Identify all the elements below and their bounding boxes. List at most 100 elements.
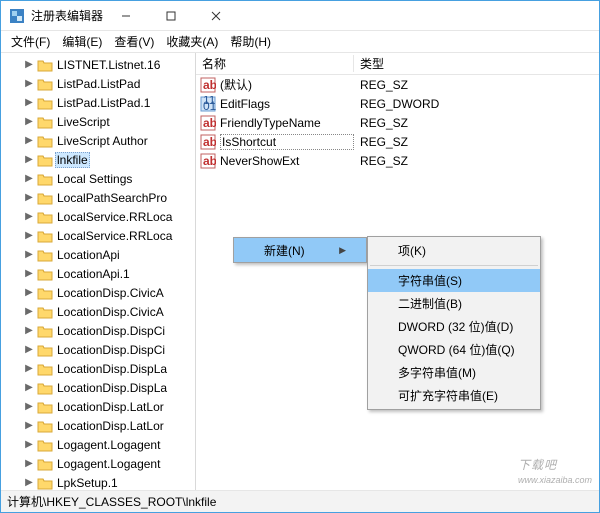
expand-icon[interactable]: ▶ (23, 116, 35, 127)
tree-item[interactable]: ▶ LiveScript Author (1, 131, 195, 150)
value-name: (默认) (220, 76, 354, 93)
tree-item[interactable]: ▶LocationDisp.DispCi (1, 321, 195, 340)
minimize-button[interactable] (103, 1, 148, 30)
expand-icon[interactable]: ▶ (23, 458, 35, 469)
tree-item-label: LocationDisp.CivicA (55, 305, 166, 319)
svg-text:011: 011 (203, 99, 216, 112)
tree-item[interactable]: ▶LISTNET.Listnet.16 (1, 55, 195, 74)
tree-item[interactable]: ▶ LocationApi (1, 245, 195, 264)
svg-text:ab: ab (203, 135, 216, 149)
menu-edit[interactable]: 编辑(E) (56, 31, 108, 52)
expand-icon[interactable]: ▶ (23, 211, 35, 222)
tree-item-label: ListPad.ListPad (55, 77, 142, 91)
expand-icon[interactable]: ▶ (23, 401, 35, 412)
expand-icon[interactable]: ▶ (23, 154, 35, 165)
expand-icon[interactable]: ▶ (23, 477, 35, 488)
menu-help[interactable]: 帮助(H) (224, 31, 277, 52)
folder-icon (37, 419, 53, 433)
tree-item[interactable]: ▶Logagent.Logagent (1, 435, 195, 454)
new-menu-item[interactable]: 二进制值(B) (368, 292, 540, 315)
expand-icon[interactable]: ▶ (23, 192, 35, 203)
titlebar[interactable]: 注册表编辑器 (1, 1, 599, 31)
expand-icon[interactable]: ▶ (23, 230, 35, 241)
list-row[interactable]: 110011EditFlagsREG_DWORD (196, 94, 599, 113)
tree-item[interactable]: ▶ LocalService.RRLoca (1, 207, 195, 226)
expand-icon[interactable]: ▶ (23, 135, 35, 146)
list-row[interactable]: ab (默认)REG_SZ (196, 75, 599, 94)
tree-item[interactable]: ▶LocationDisp.LatLor (1, 416, 195, 435)
list-row[interactable]: abFriendlyTypeNameREG_SZ (196, 113, 599, 132)
value-type: REG_SZ (354, 116, 408, 130)
expand-icon[interactable]: ▶ (23, 249, 35, 260)
tree-item[interactable]: ▶LiveScript (1, 112, 195, 131)
minimize-icon (121, 11, 131, 21)
column-type[interactable]: 类型 (354, 55, 599, 72)
svg-text:ab: ab (203, 78, 216, 92)
close-button[interactable] (193, 1, 238, 30)
tree-item[interactable]: ▶ Local Settings (1, 169, 195, 188)
new-submenu[interactable]: 项(K) 字符串值(S)二进制值(B)DWORD (32 位)值(D)QWORD … (367, 236, 541, 410)
binary-value-icon: 110011 (200, 96, 216, 112)
tree-item[interactable]: ▶LocalService.RRLoca (1, 226, 195, 245)
svg-text:ab: ab (203, 116, 216, 130)
new-menu-item[interactable]: 多字符串值(M) (368, 361, 540, 384)
folder-icon (37, 115, 53, 129)
context-menu[interactable]: 新建(N) ▶ (233, 237, 367, 263)
tree-item[interactable]: ▶LocationDisp.LatLor (1, 397, 195, 416)
tree-item[interactable]: ▶ LocationDisp.DispCi (1, 340, 195, 359)
expand-icon[interactable]: ▶ (23, 173, 35, 184)
column-name[interactable]: 名称 (196, 55, 354, 72)
expand-icon[interactable]: ▶ (23, 363, 35, 374)
expand-icon[interactable]: ▶ (23, 439, 35, 450)
new-menu-item[interactable]: 字符串值(S) (368, 269, 540, 292)
folder-icon (37, 457, 53, 471)
tree-item[interactable]: ▶ LocationDisp.CivicA (1, 283, 195, 302)
menu-view[interactable]: 查看(V) (108, 31, 160, 52)
tree-item[interactable]: ▶LocationDisp.DispLa (1, 378, 195, 397)
new-menu-item[interactable]: 可扩充字符串值(E) (368, 384, 540, 407)
tree-item-label: LocationDisp.DispCi (55, 343, 167, 357)
menu-separator (370, 265, 538, 266)
new-menu-item[interactable]: 项(K) (368, 239, 540, 262)
tree-item[interactable]: ▶Logagent.Logagent (1, 454, 195, 473)
menu-fav[interactable]: 收藏夹(A) (160, 31, 224, 52)
expand-icon[interactable]: ▶ (23, 59, 35, 70)
list-header[interactable]: 名称 类型 (196, 53, 599, 75)
value-type: REG_SZ (354, 78, 408, 92)
tree-item[interactable]: ▶LpkSetup.1 (1, 473, 195, 490)
expand-icon[interactable]: ▶ (23, 268, 35, 279)
tree-item-label: LiveScript Author (55, 134, 150, 148)
expand-icon[interactable]: ▶ (23, 78, 35, 89)
tree-item[interactable]: ▶LocationDisp.DispLa (1, 359, 195, 378)
tree-item[interactable]: ▶ ListPad.ListPad (1, 74, 195, 93)
expand-icon[interactable]: ▶ (23, 382, 35, 393)
menu-file[interactable]: 文件(F) (5, 31, 56, 52)
expand-icon[interactable]: ▶ (23, 97, 35, 108)
folder-icon (37, 191, 53, 205)
tree-item[interactable]: ▶ LocationDisp.CivicA (1, 302, 195, 321)
menubar: 文件(F) 编辑(E) 查看(V) 收藏夹(A) 帮助(H) (1, 31, 599, 53)
maximize-button[interactable] (148, 1, 193, 30)
app-icon (9, 8, 25, 24)
list-row[interactable]: abNeverShowExtREG_SZ (196, 151, 599, 170)
tree-item-label: LocationApi (55, 248, 122, 262)
expand-icon[interactable]: ▶ (23, 306, 35, 317)
tree-pane[interactable]: ▶LISTNET.Listnet.16▶ListPad.ListPad▶List… (1, 53, 196, 490)
new-menu-item[interactable]: DWORD (32 位)值(D) (368, 315, 540, 338)
tree-item-label: LocalService.RRLoca (55, 210, 174, 224)
tree-item[interactable]: ▶lnkfile (1, 150, 195, 169)
folder-icon (37, 153, 53, 167)
tree-item-label: LocationDisp.CivicA (55, 286, 166, 300)
context-new[interactable]: 新建(N) ▶ (234, 238, 366, 262)
expand-icon[interactable]: ▶ (23, 344, 35, 355)
new-menu-item[interactable]: QWORD (64 位)值(Q) (368, 338, 540, 361)
list-row[interactable]: abIsShortcutREG_SZ (196, 132, 599, 151)
expand-icon[interactable]: ▶ (23, 287, 35, 298)
expand-icon[interactable]: ▶ (23, 420, 35, 431)
tree-item[interactable]: ▶LocationApi.1 (1, 264, 195, 283)
folder-icon (37, 172, 53, 186)
tree-item-label: Local Settings (55, 172, 134, 186)
tree-item[interactable]: ▶ListPad.ListPad.1 (1, 93, 195, 112)
tree-item[interactable]: ▶LocalPathSearchPro (1, 188, 195, 207)
expand-icon[interactable]: ▶ (23, 325, 35, 336)
